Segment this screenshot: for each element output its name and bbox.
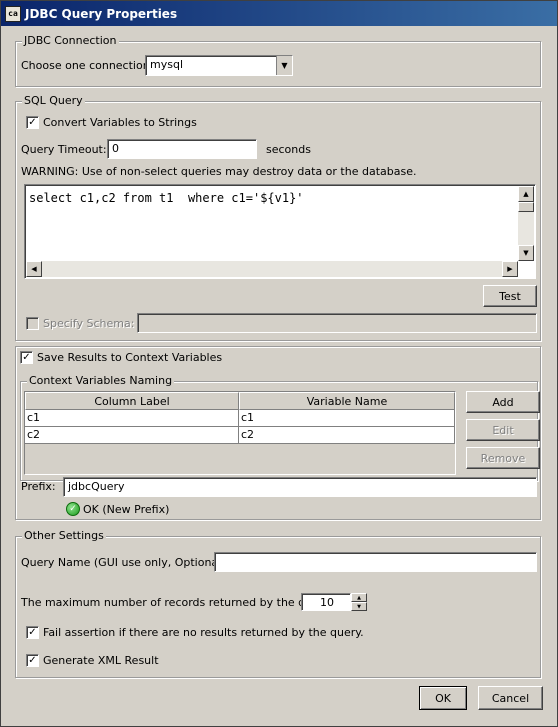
sql-vertical-scrollbar[interactable]: ▲ ▼ [518, 186, 534, 261]
scroll-right-icon[interactable]: ▶ [502, 261, 518, 277]
connection-dropdown[interactable]: mysql ▼ [145, 55, 293, 76]
ok-check-icon: ✓ [66, 502, 80, 516]
table-row[interactable]: c2 [25, 427, 239, 444]
column-header-label-text: Column Label [94, 394, 170, 408]
query-name-input[interactable] [214, 552, 537, 572]
ok-button[interactable]: OK [419, 686, 467, 710]
table-cell: c2 [27, 428, 41, 441]
checkmark-icon: ✓ [28, 116, 37, 128]
other-settings-group: Other Settings Query Name (GUI use only,… [15, 529, 541, 678]
spinner-down-icon[interactable]: ▼ [351, 602, 367, 611]
cancel-button[interactable]: Cancel [478, 686, 543, 710]
max-records-value: 10 [320, 596, 334, 609]
remove-button[interactable]: Remove [466, 447, 540, 469]
checkmark-icon: ✓ [28, 626, 37, 638]
max-records-spinner[interactable]: ▲ ▼ [351, 593, 367, 611]
table-cell: c1 [27, 411, 41, 424]
prefix-status-text: OK (New Prefix) [83, 503, 170, 516]
table-row[interactable]: c2 [239, 427, 455, 444]
save-results-checkbox[interactable]: ✓ [20, 351, 33, 364]
context-variables-naming-group: Context Variables Naming Column Label Va… [20, 374, 540, 481]
max-records-label: The maximum number of records returned b… [21, 596, 333, 609]
test-button[interactable]: Test [483, 285, 537, 307]
other-settings-legend: Other Settings [22, 529, 106, 542]
scroll-down-icon[interactable]: ▼ [518, 245, 534, 261]
warning-text: WARNING: Use of non-select queries may d… [21, 165, 417, 178]
prefix-value: jdbcQuery [68, 480, 125, 493]
convert-variables-checkbox[interactable]: ✓ [26, 116, 39, 129]
sql-query-editor[interactable]: select c1,c2 from t1 where c1='${v1}' ▲ … [24, 184, 536, 279]
column-header-variable[interactable]: Variable Name [239, 392, 455, 410]
scroll-left-icon[interactable]: ◀ [26, 261, 42, 277]
connection-dropdown-value: mysql [150, 58, 183, 71]
variables-table: Column Label Variable Name c1 c1 c2 c2 [24, 391, 456, 475]
prefix-input[interactable]: jdbcQuery [63, 477, 537, 497]
schema-input[interactable] [137, 313, 537, 333]
jdbc-connection-group: JDBC Connection Choose one connection my… [15, 34, 541, 87]
sql-horizontal-scrollbar[interactable]: ◀ ▶ [26, 261, 518, 277]
fail-assertion-checkbox[interactable]: ✓ [26, 626, 39, 639]
edit-button-label: Edit [492, 423, 514, 437]
save-results-label: Save Results to Context Variables [37, 351, 223, 364]
specify-schema-checkbox[interactable] [26, 317, 39, 330]
convert-variables-label: Convert Variables to Strings [43, 116, 197, 129]
window-title: JDBC Query Properties [25, 6, 178, 21]
table-row[interactable]: c1 [239, 410, 455, 427]
prefix-label: Prefix: [21, 480, 56, 493]
table-cell: c2 [241, 428, 255, 441]
query-name-label: Query Name (GUI use only, Optional): [21, 556, 230, 569]
sql-query-text: select c1,c2 from t1 where c1='${v1}' [29, 191, 304, 205]
choose-connection-label: Choose one connection [21, 59, 150, 72]
checkmark-icon: ✓ [22, 351, 31, 363]
edit-button[interactable]: Edit [466, 419, 540, 441]
query-timeout-label: Query Timeout: [21, 143, 107, 156]
ok-button-label: OK [435, 691, 451, 705]
app-icon: ca [5, 5, 21, 22]
table-row[interactable]: c1 [25, 410, 239, 427]
context-variables-naming-legend: Context Variables Naming [27, 374, 175, 387]
add-button-label: Add [492, 395, 514, 409]
sql-query-group: SQL Query ✓ Convert Variables to Strings… [15, 94, 541, 341]
generate-xml-checkbox[interactable]: ✓ [26, 654, 39, 667]
query-timeout-input[interactable]: 0 [107, 139, 257, 159]
scroll-thumb[interactable] [518, 202, 534, 212]
scroll-up-icon[interactable]: ▲ [518, 186, 534, 202]
save-results-group: ✓ Save Results to Context Variables Cont… [15, 346, 541, 520]
chevron-down-icon[interactable]: ▼ [276, 56, 292, 75]
title-bar[interactable]: ca JDBC Query Properties [1, 1, 557, 26]
spinner-up-icon[interactable]: ▲ [351, 593, 367, 602]
sql-query-legend: SQL Query [22, 94, 85, 107]
cancel-button-label: Cancel [491, 691, 530, 705]
test-button-label: Test [499, 289, 521, 303]
remove-button-label: Remove [480, 451, 526, 465]
generate-xml-label: Generate XML Result [43, 654, 159, 667]
column-header-label[interactable]: Column Label [25, 392, 239, 410]
jdbc-connection-legend: JDBC Connection [22, 34, 119, 47]
dialog-window: ca JDBC Query Properties JDBC Connection… [0, 0, 558, 727]
timeout-unit-label: seconds [266, 143, 311, 156]
column-header-variable-text: Variable Name [306, 394, 388, 408]
table-cell: c1 [241, 411, 255, 424]
checkmark-icon: ✓ [28, 654, 37, 666]
fail-assertion-label: Fail assertion if there are no results r… [43, 626, 364, 639]
specify-schema-label: Specify Schema: [43, 317, 135, 330]
max-records-input[interactable]: 10 [301, 593, 351, 611]
query-timeout-value: 0 [112, 142, 119, 155]
add-button[interactable]: Add [466, 391, 540, 413]
